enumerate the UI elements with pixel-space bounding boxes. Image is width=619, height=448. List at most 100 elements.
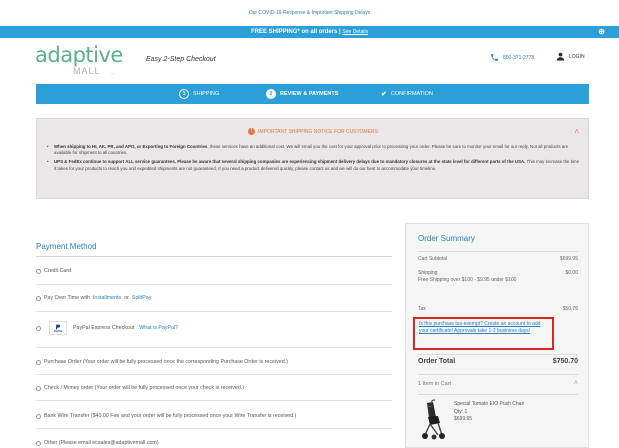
notice-title-text: IMPORTANT SHIPPING NOTICE FOR CUSTOMERS: [258, 128, 380, 135]
logo-sub: MALL [73, 66, 101, 76]
cart-item: Special Tomato EIO Push Chair Qty: 1 $69… [418, 399, 578, 445]
step-number: 2 [266, 89, 276, 99]
notice-item: When shipping to HI, AK, PR, and APO, or… [46, 144, 580, 156]
radio-button[interactable] [36, 295, 41, 301]
shipping-notice: ! IMPORTANT SHIPPING NOTICE FOR CUSTOMER… [36, 118, 589, 199]
product-qty: Qty: 1 [454, 408, 468, 415]
splitpay-link[interactable]: SplitPay [132, 295, 151, 301]
option-label: Credit Card [44, 268, 72, 274]
step-confirmation: ✔ CONFIRMATION [381, 84, 433, 104]
radio-button[interactable] [36, 359, 41, 365]
paypal-logo: PayPal [49, 321, 67, 335]
order-total-row: Order Total $750.70 [418, 358, 578, 365]
radio-button[interactable] [36, 440, 41, 446]
divider [36, 428, 392, 429]
login-label: LOGIN [569, 53, 585, 60]
tax-label: Tax [418, 306, 426, 312]
see-details-link[interactable]: See Details [342, 29, 368, 35]
tax-value: $50.75 [562, 306, 578, 312]
subtotal-value: $699.95 [559, 256, 578, 262]
option-label: Pay Over Time with [44, 295, 90, 301]
promo-text: FREE SHIPPING* on all orders [251, 29, 338, 35]
divider [418, 374, 578, 375]
order-summary-title: Order Summary [418, 234, 475, 243]
items-in-cart-toggle[interactable]: 1 Item in Cart ˄ [418, 380, 578, 387]
checkout-steps: 1 SHIPPING 2 REVIEW & PAYMENTS ✔ CONFIRM… [36, 84, 589, 104]
step-label: REVIEW & PAYMENTS [280, 91, 339, 97]
step-number: 1 [179, 89, 189, 99]
logo-trademark: ™ [111, 72, 114, 76]
shipping-note: Free Shipping over $100 - $9.95 under $1… [418, 277, 517, 283]
payment-option-other[interactable]: Other (Please email ecsales@adaptivemall… [36, 440, 392, 446]
divider [36, 311, 392, 312]
items-in-cart-label: 1 Item in Cart [418, 381, 452, 387]
logo[interactable]: adaptive MALL ™ [35, 43, 125, 79]
divider [36, 256, 392, 257]
payment-option-check[interactable]: Check / Money order (Your order will be … [36, 385, 392, 391]
notice-item-bold: When shipping to HI, AK, PR, and APO, or… [54, 144, 208, 149]
notice-title: ! IMPORTANT SHIPPING NOTICE FOR CUSTOMER… [37, 128, 590, 135]
promo-separator: | [339, 29, 341, 35]
or-text: or [124, 295, 129, 301]
what-is-paypal-link[interactable]: What is PayPal? [139, 325, 178, 331]
divider [418, 354, 578, 355]
radio-button[interactable] [36, 325, 41, 331]
site-header: adaptive MALL ™ Easy 2-Step Checkout 800… [0, 38, 619, 84]
option-label: Bank Wire Transfer ($40.00 Fee and your … [44, 413, 297, 419]
phone-link[interactable]: 800-371-2778 [490, 53, 534, 62]
notice-list: When shipping to HI, AK, PR, and APO, or… [46, 144, 580, 175]
divider [418, 394, 578, 395]
tax-row: Tax $50.75 [418, 306, 578, 312]
covid-notice-link[interactable]: Our COVID-19 Response & Important Shippi… [0, 0, 619, 26]
payment-option-paypal[interactable]: PayPal PayPal Express Checkout What is P… [36, 321, 392, 335]
step-label: CONFIRMATION [390, 91, 433, 97]
logo-main: adaptive [35, 43, 123, 67]
divider [418, 251, 578, 252]
payment-method-title: Payment Method [36, 242, 97, 251]
option-label: Check / Money order (Your order will be … [44, 385, 244, 391]
checkout-tagline: Easy 2-Step Checkout [146, 56, 216, 63]
order-total-value: $750.70 [552, 358, 578, 365]
shipping-label: Shipping [418, 270, 438, 276]
cart-item-info: Special Tomato EIO Push Chair Qty: 1 $69… [454, 401, 524, 424]
step-label: SHIPPING [193, 91, 220, 97]
product-price: $699.95 [454, 416, 473, 422]
shipping-value: $0.00 [565, 270, 578, 276]
notice-item: UPS & FedEx continue to support ALL serv… [46, 159, 580, 171]
order-total-label: Order Total [418, 358, 456, 365]
payment-option-pay-over-time[interactable]: Pay Over Time with Installments or Split… [36, 295, 392, 301]
installments-link[interactable]: Installments [93, 295, 121, 301]
divider [36, 374, 392, 375]
divider [36, 400, 392, 401]
chevron-up-icon: ˄ [573, 380, 578, 387]
payment-option-purchase-order[interactable]: Purchase Order (Your order will be fully… [36, 359, 392, 365]
payment-option-bank-wire[interactable]: Bank Wire Transfer ($40.00 Fee and your … [36, 413, 392, 419]
phone-number: 800-371-2778 [503, 54, 535, 61]
tax-exempt-link[interactable]: Is this purchase tax-exempt? Create an a… [413, 317, 554, 350]
phone-icon [491, 54, 498, 61]
subtotal-label: Cart Subtotal [418, 256, 448, 262]
radio-button[interactable] [36, 268, 41, 274]
login-link[interactable]: LOGIN [556, 52, 585, 61]
warning-icon: ! [247, 128, 255, 135]
user-icon [556, 52, 565, 61]
paypal-logo-text: PayPal [53, 329, 63, 333]
option-label: Purchase Order (Your order will be fully… [44, 359, 288, 365]
radio-button[interactable] [36, 385, 41, 391]
push-chair-image [422, 399, 445, 440]
subtotal-row: Cart Subtotal $699.95 [418, 256, 578, 262]
divider [36, 347, 392, 348]
checkmark-icon: ✔ [381, 91, 387, 98]
plus-circle-icon[interactable]: ⊕ [598, 26, 605, 38]
option-label: Other (Please email ecsales@adaptivemall… [44, 440, 159, 446]
shipping-row: Shipping $0.00 [418, 270, 578, 276]
order-summary: Order Summary Cart Subtotal $699.95 Ship… [405, 223, 589, 448]
notice-item-bold: UPS & FedEx continue to support ALL serv… [54, 159, 526, 165]
step-review-payments: 2 REVIEW & PAYMENTS [266, 84, 338, 104]
payment-option-credit-card[interactable]: Credit Card [36, 268, 392, 274]
collapse-caret-icon[interactable]: ˄ [574, 127, 579, 136]
divider [36, 284, 392, 285]
radio-button[interactable] [36, 413, 41, 419]
step-shipping[interactable]: 1 SHIPPING [179, 84, 219, 104]
option-label: PayPal Express Checkout [73, 325, 135, 331]
